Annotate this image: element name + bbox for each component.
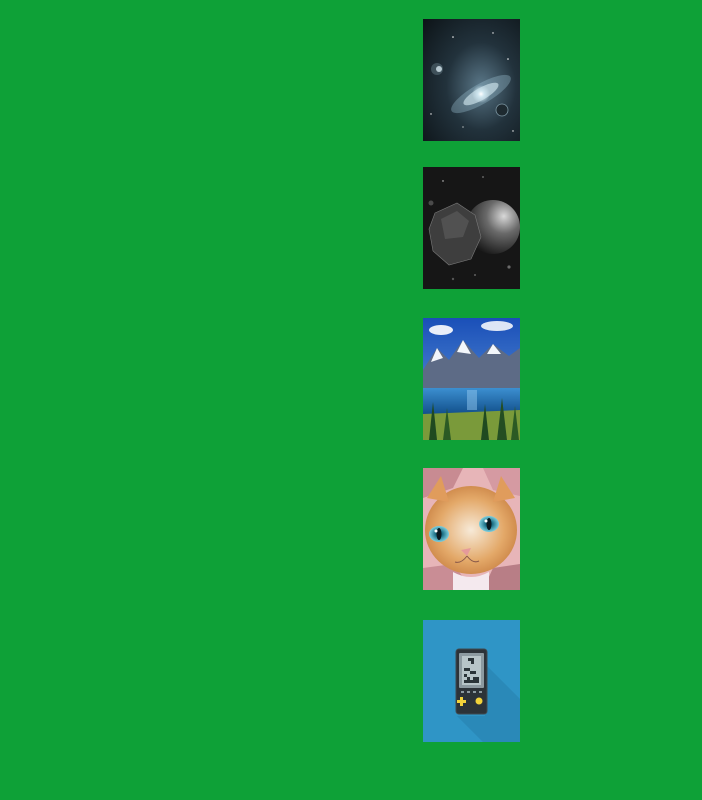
planet-asteroid-wallpaper-icon xyxy=(423,167,520,289)
galaxy-wallpaper-icon xyxy=(423,19,520,141)
thumbnail-cat[interactable] xyxy=(423,468,520,590)
mountain-lake-wallpaper-icon xyxy=(423,318,520,440)
thumbnail-galaxy[interactable] xyxy=(423,19,520,141)
wallpaper-picker-screen xyxy=(0,0,702,800)
cat-face-wallpaper-icon xyxy=(423,468,520,590)
thumbnail-mountain-lake[interactable] xyxy=(423,318,520,440)
thumbnail-handheld-game[interactable] xyxy=(423,620,520,742)
handheld-game-app-icon xyxy=(423,620,520,742)
thumbnail-planet[interactable] xyxy=(423,167,520,289)
